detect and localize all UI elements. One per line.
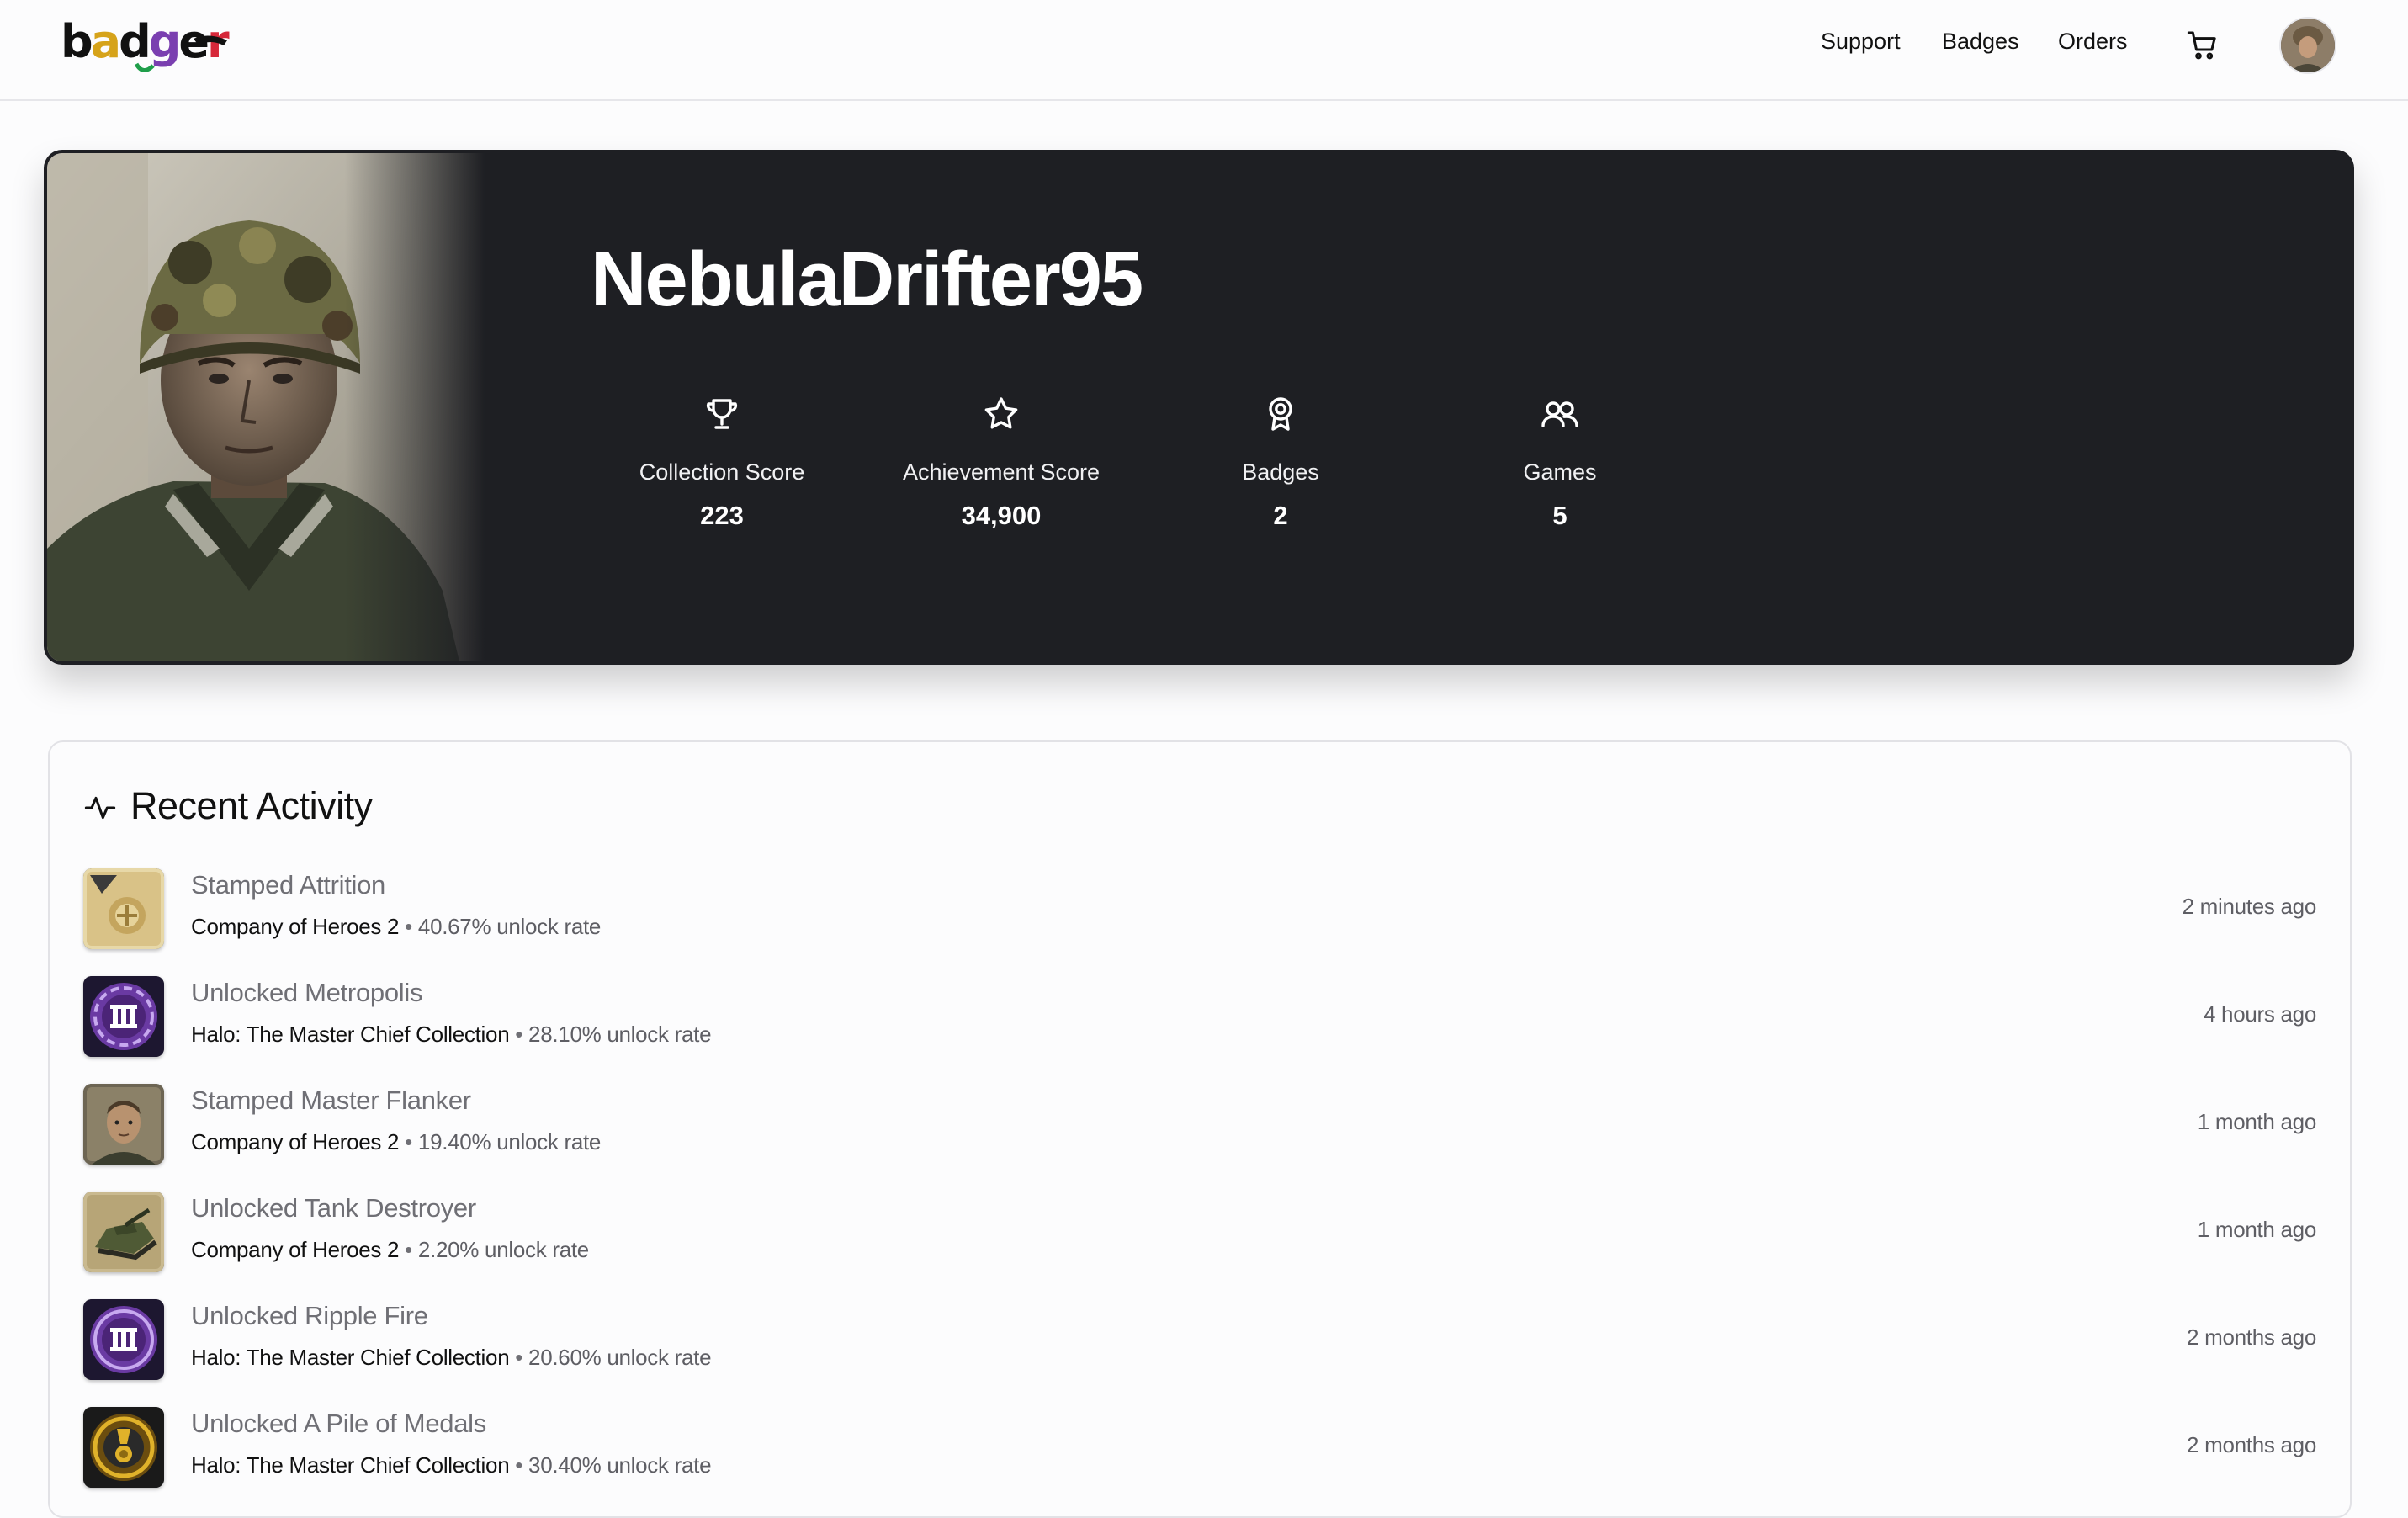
stat-value: 5 [1552, 501, 1567, 530]
stat-label: Badges [1242, 459, 1319, 485]
activity-item[interactable]: Unlocked Tank Destroyer Company of Heroe… [83, 1192, 2316, 1284]
meta-separator: • [515, 1452, 523, 1478]
stat-value: 223 [700, 501, 744, 530]
activity-time: 2 months ago [2187, 1324, 2316, 1350]
activity-meta: Company of Heroes 2 • 19.40% unlock rate [191, 1129, 601, 1155]
activity-game[interactable]: Company of Heroes 2 [191, 1129, 400, 1154]
activity-title[interactable]: Unlocked Tank Destroyer [191, 1193, 476, 1223]
stat-achievement-score: Achievement Score 34,900 [892, 394, 1111, 531]
activity-title[interactable]: Stamped Master Flanker [191, 1085, 471, 1116]
stat-value: 2 [1273, 501, 1288, 530]
activity-game[interactable]: Halo: The Master Chief Collection [191, 1452, 510, 1478]
activity-unlock-rate: 28.10% unlock rate [528, 1022, 712, 1047]
activity-item[interactable]: Stamped Master Flanker Company of Heroes… [83, 1084, 2316, 1176]
top-navbar: badger Support Badges Orders [0, 0, 2408, 101]
recent-activity-title: Recent Activity [130, 784, 373, 827]
halo-roman-three-icon [83, 1299, 164, 1380]
users-icon [1451, 394, 1669, 434]
activity-game[interactable]: Company of Heroes 2 [191, 914, 400, 939]
soldier-portrait-icon [83, 1084, 164, 1165]
activity-title[interactable]: Unlocked A Pile of Medals [191, 1409, 486, 1439]
activity-title[interactable]: Unlocked Ripple Fire [191, 1301, 428, 1331]
trophy-icon [613, 394, 831, 434]
activity-game[interactable]: Halo: The Master Chief Collection [191, 1022, 510, 1047]
cart-icon[interactable] [2186, 29, 2220, 62]
activity-time: 1 month ago [2197, 1109, 2317, 1134]
activity-unlock-rate: 2.20% unlock rate [417, 1237, 589, 1262]
activity-meta: Company of Heroes 2 • 40.67% unlock rate [191, 914, 601, 940]
activity-unlock-rate: 40.67% unlock rate [417, 914, 602, 939]
activity-unlock-rate: 20.60% unlock rate [528, 1345, 712, 1370]
activity-title[interactable]: Stamped Attrition [191, 870, 385, 900]
nav-badges-link[interactable]: Badges [1942, 29, 2019, 55]
halo-roman-three-icon [83, 976, 164, 1057]
activity-time: 1 month ago [2197, 1217, 2317, 1242]
activity-time: 4 hours ago [2203, 1001, 2316, 1027]
user-avatar[interactable] [2281, 19, 2335, 72]
activity-meta: Halo: The Master Chief Collection • 30.4… [191, 1452, 712, 1478]
profile-hero: NebulaDrifter95 Collection Score 223 Ach… [44, 150, 2354, 665]
medal-icon [83, 1407, 164, 1488]
activity-meta: Halo: The Master Chief Collection • 28.1… [191, 1022, 712, 1048]
tank-icon [83, 1192, 164, 1272]
meta-separator: • [405, 1237, 412, 1262]
activity-item[interactable]: Unlocked Ripple Fire Halo: The Master Ch… [83, 1299, 2316, 1392]
nav-support-link[interactable]: Support [1821, 29, 1901, 55]
profile-portrait [47, 153, 485, 661]
activity-meta: Company of Heroes 2 • 2.20% unlock rate [191, 1237, 589, 1263]
achievement-stamp-icon [83, 868, 164, 949]
activity-time: 2 minutes ago [2182, 894, 2317, 919]
recent-activity-card: Recent Activity Stamped Attrition Compan… [48, 740, 2352, 1518]
meta-separator: • [405, 914, 412, 939]
profile-username: NebulaDrifter95 [591, 236, 1143, 322]
activity-item[interactable]: Stamped Attrition Company of Heroes 2 • … [83, 868, 2316, 961]
badger-logo[interactable]: badger [59, 13, 236, 81]
activity-unlock-rate: 30.40% unlock rate [528, 1452, 712, 1478]
activity-unlock-rate: 19.40% unlock rate [417, 1129, 602, 1154]
stat-badges: Badges 2 [1171, 394, 1390, 531]
meta-separator: • [405, 1129, 412, 1154]
stat-label: Achievement Score [902, 459, 1101, 485]
award-icon [1171, 394, 1390, 434]
stat-collection-score: Collection Score 223 [613, 394, 831, 531]
activity-meta: Halo: The Master Chief Collection • 20.6… [191, 1345, 712, 1371]
activity-title[interactable]: Unlocked Metropolis [191, 978, 422, 1008]
activity-game[interactable]: Company of Heroes 2 [191, 1237, 400, 1262]
star-icon [892, 394, 1111, 434]
stat-games: Games 5 [1451, 394, 1669, 531]
meta-separator: • [515, 1345, 523, 1370]
meta-separator: • [515, 1022, 523, 1047]
stat-label: Collection Score [639, 459, 805, 485]
stat-label: Games [1523, 459, 1597, 485]
activity-game[interactable]: Halo: The Master Chief Collection [191, 1345, 510, 1370]
nav-orders-link[interactable]: Orders [2058, 29, 2128, 55]
stat-value: 34,900 [961, 501, 1042, 530]
activity-time: 2 months ago [2187, 1432, 2316, 1457]
activity-item[interactable]: Unlocked Metropolis Halo: The Master Chi… [83, 976, 2316, 1069]
activity-item[interactable]: Unlocked A Pile of Medals Halo: The Mast… [83, 1407, 2316, 1499]
